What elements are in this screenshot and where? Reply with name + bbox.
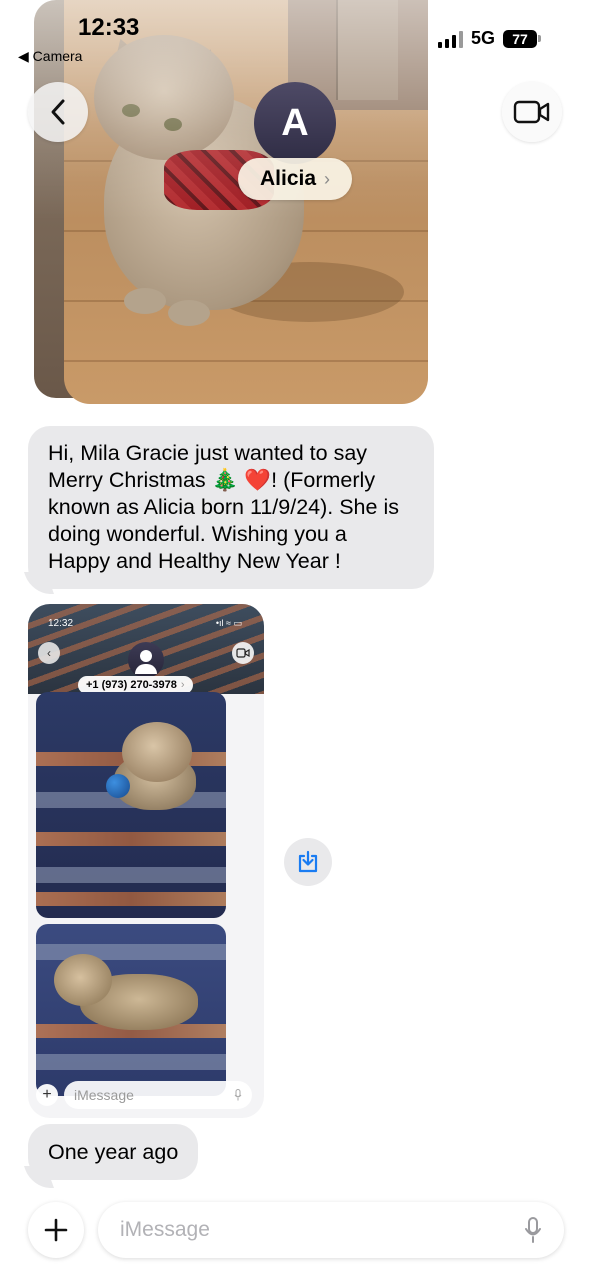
- cat-paw: [168, 300, 210, 326]
- network-type: 5G: [470, 28, 495, 48]
- imessage-placeholder: iMessage: [120, 1218, 210, 1241]
- plus-icon: +: [36, 1084, 58, 1106]
- message-bubble[interactable]: Hi, Mila Gracie just wanted to say Merry…: [28, 426, 434, 589]
- screenshot-status-icons: •ıl ≈ ▭: [215, 618, 242, 628]
- battery-level: 77: [503, 29, 537, 48]
- screenshot-message[interactable]: 12:32 •ıl ≈ ▭ ‹ +1 (973) 270-3978 › + iM…: [28, 604, 264, 1118]
- person-icon: [128, 642, 164, 678]
- message-bubble[interactable]: One year ago: [28, 1124, 199, 1180]
- back-app-label: Camera: [32, 48, 83, 64]
- screenshot-composer: + iMessage: [36, 1080, 252, 1110]
- status-indicators: 5G 77: [437, 28, 541, 49]
- imessage-input[interactable]: iMessage: [98, 1202, 564, 1258]
- floor-line: [64, 360, 428, 362]
- toy-ball: [106, 774, 130, 798]
- contact-avatar[interactable]: A: [254, 82, 336, 164]
- back-button[interactable]: [28, 82, 88, 142]
- screenshot-input: iMessage: [64, 1081, 252, 1109]
- back-to-app-link[interactable]: ◀ Camera: [18, 48, 82, 65]
- chevron-right-icon: ›: [324, 168, 331, 189]
- status-time: 12:33: [78, 14, 140, 41]
- facetime-video-button[interactable]: [502, 82, 562, 142]
- kitten-photo-1: [36, 692, 226, 918]
- kitten-head: [54, 954, 112, 1006]
- plus-icon: [44, 1218, 68, 1242]
- signal-icon: [437, 30, 463, 48]
- screenshot-back-icon: ‹: [38, 642, 60, 664]
- contact-name: Alicia: [259, 167, 317, 190]
- battery-icon: 77: [503, 29, 541, 48]
- screenshot-time: 12:32: [48, 618, 74, 629]
- microphone-icon: [234, 1089, 242, 1101]
- contact-name-button[interactable]: Alicia ›: [238, 158, 352, 200]
- screenshot-input-placeholder: iMessage: [74, 1087, 134, 1103]
- back-triangle-icon: ◀: [18, 48, 29, 64]
- cat-paw: [124, 288, 166, 314]
- download-icon: [298, 850, 318, 873]
- apps-plus-button[interactable]: [28, 1202, 84, 1258]
- microphone-icon[interactable]: [524, 1216, 542, 1244]
- chevron-right-icon: ›: [180, 679, 185, 691]
- video-camera-icon: [513, 100, 550, 124]
- screenshot-contact-number: +1 (973) 270-3978: [86, 679, 177, 691]
- screenshot-video-icon: [232, 642, 254, 664]
- kitten-photo-2: [36, 924, 226, 1096]
- save-image-button[interactable]: [284, 838, 332, 886]
- kitten-head: [122, 722, 192, 782]
- chevron-left-icon: [51, 99, 65, 125]
